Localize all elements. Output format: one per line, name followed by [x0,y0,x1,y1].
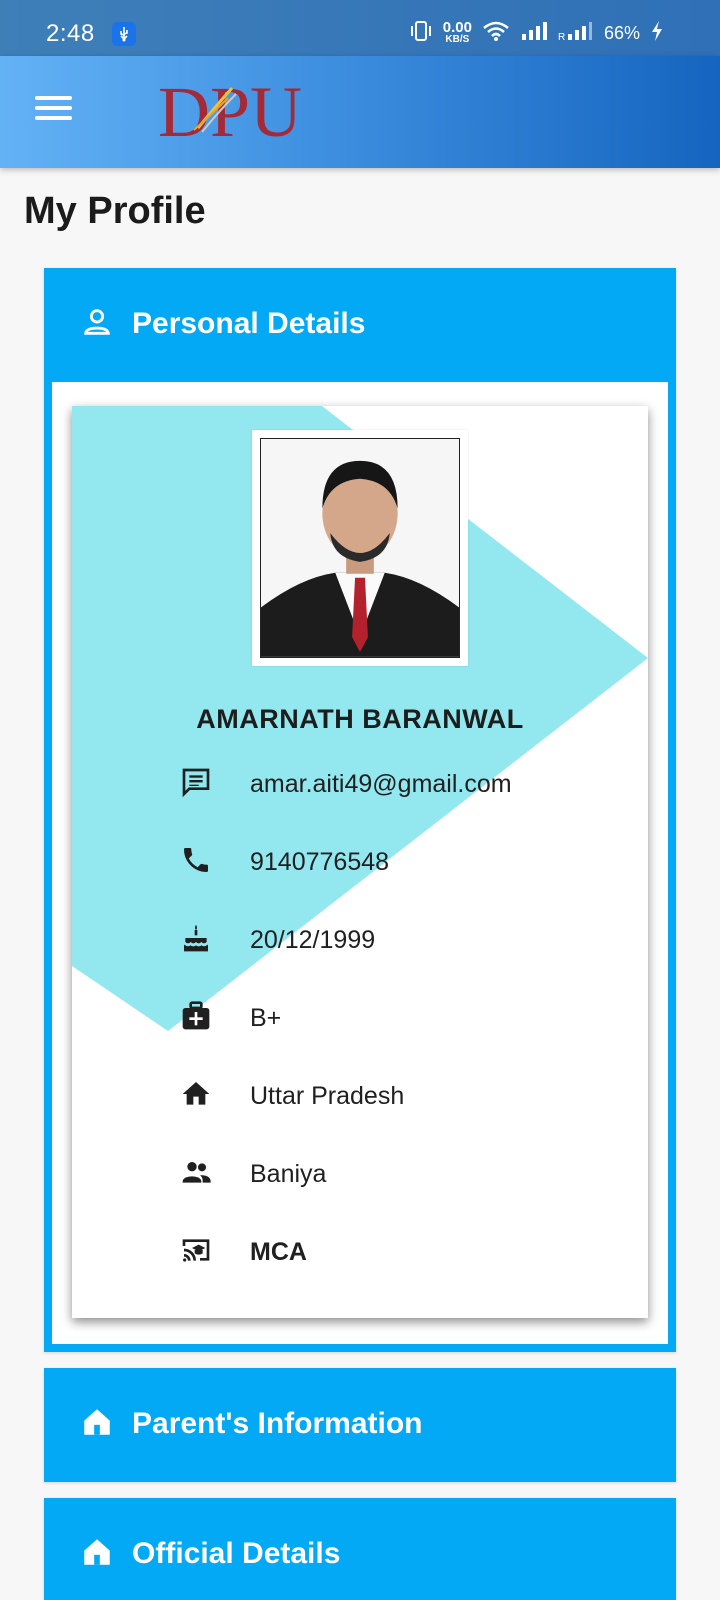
status-time: 2:48 [46,20,95,47]
personal-details-header[interactable]: Personal Details [44,268,676,380]
svg-text:DPU: DPU [158,72,302,152]
signal-icon [520,20,548,47]
status-bar: 2:48 0.00 KB/S R 66% [0,0,720,56]
network-speed: 0.00 KB/S [442,18,472,45]
profile-name: AMARNATH BARANWAL [196,704,524,734]
usb-icon [112,22,136,46]
charging-icon [650,20,664,47]
blood-group-value: B+ [250,1003,282,1032]
parents-information-title: Parent's Information [132,1407,423,1440]
state-value: Uttar Pradesh [250,1081,405,1110]
blood-group-row: B+ [180,998,281,1038]
battery-level: 66% [603,23,640,43]
person-icon [80,305,132,344]
vibrate-icon [409,20,433,47]
caste-row: Baniya [180,1154,326,1194]
personal-details-body: AMARNATH BARANWAL amar.aiti49@gmail.com … [52,382,668,1344]
dpu-logo: DPU [158,70,358,154]
course-row: MCA [180,1232,307,1272]
cast-education-icon [180,1234,212,1271]
home-icon [180,1078,212,1115]
course-value: MCA [250,1237,307,1266]
app-bar: DPU [0,56,720,168]
phone-row: 9140776548 [180,842,389,882]
medical-bag-icon [180,1000,212,1037]
profile-photo [252,430,468,666]
profile-photo-image [260,438,460,658]
official-details-header[interactable]: Official Details [44,1498,676,1600]
official-details-section[interactable]: Official Details [44,1498,676,1600]
menu-button[interactable] [32,92,76,132]
parents-information-section[interactable]: Parent's Information [44,1368,676,1482]
caste-value: Baniya [250,1159,327,1188]
wifi-icon [482,20,510,47]
svg-text:R: R [558,32,565,42]
people-icon [180,1156,212,1193]
phone-value: 9140776548 [250,847,390,876]
dob-row: 20/12/1999 [180,920,375,960]
email-value: amar.aiti49@gmail.com [250,769,512,798]
official-details-title: Official Details [132,1537,341,1570]
email-row: amar.aiti49@gmail.com [180,764,512,804]
parents-information-header[interactable]: Parent's Information [44,1368,676,1480]
home-icon [80,1405,132,1444]
personal-details-section: Personal Details AMARNATH BARANWAL amar.… [44,268,676,1352]
cake-icon [180,922,212,959]
home-icon [80,1535,132,1574]
phone-icon [180,844,212,881]
state-row: Uttar Pradesh [180,1076,404,1116]
signal-roaming-icon: R [558,20,594,47]
personal-details-title: Personal Details [132,307,366,340]
page-title: My Profile [24,190,206,232]
dob-value: 20/12/1999 [250,925,376,954]
profile-card: AMARNATH BARANWAL amar.aiti49@gmail.com … [72,406,648,1318]
message-icon [180,766,212,803]
